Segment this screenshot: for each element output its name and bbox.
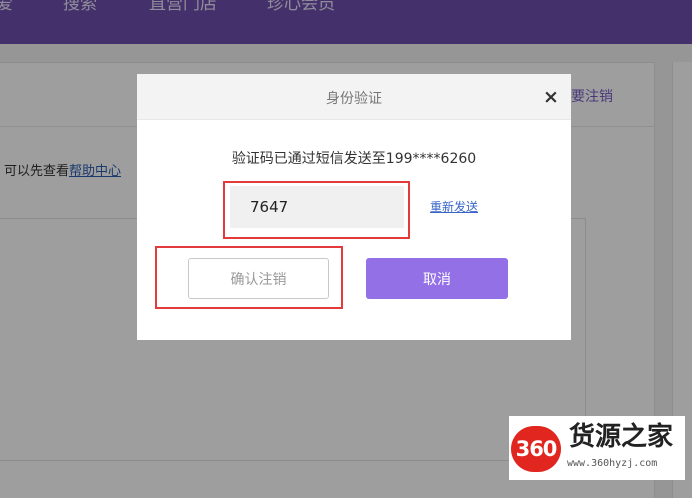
highlight-code-input <box>223 181 410 239</box>
watermark-url: www.360hyzj.com <box>567 458 658 469</box>
cancel-button[interactable]: 取消 <box>366 258 508 299</box>
watermark-badge-logo: 360 <box>511 426 561 472</box>
site-watermark: 360 货源之家 www.360hyzj.com <box>509 416 685 480</box>
dialog-title: 身份验证 <box>326 91 382 107</box>
sms-sent-message: 验证码已通过短信发送至199****6260 <box>231 151 477 167</box>
dialog-header: 身份验证 × <box>137 74 571 120</box>
highlight-confirm-button <box>155 246 343 309</box>
watermark-title: 货源之家 <box>569 422 674 452</box>
close-icon[interactable]: × <box>541 86 561 108</box>
resend-code-link[interactable]: 重新发送 <box>430 198 478 215</box>
